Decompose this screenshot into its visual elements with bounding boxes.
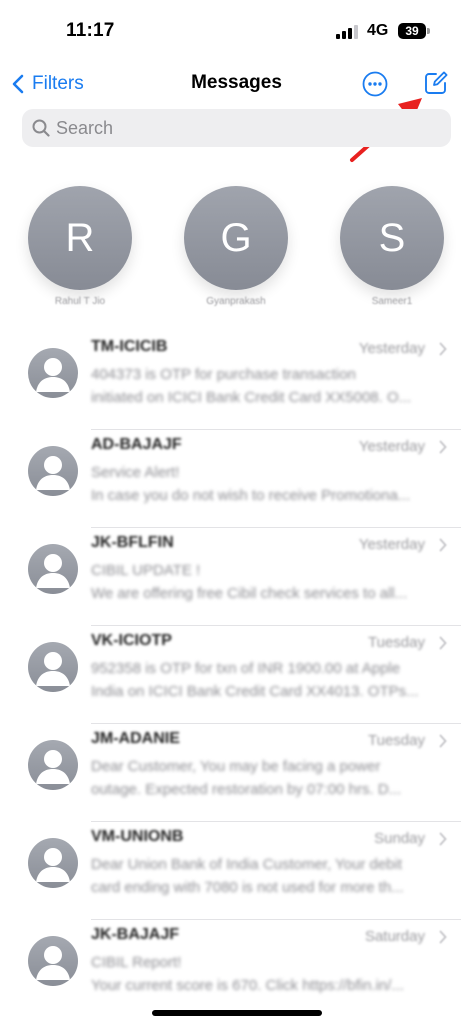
preview-line: Service Alert! xyxy=(91,464,180,481)
pinned-contact[interactable]: R Rahul T Jio xyxy=(28,186,132,307)
sender-name: JM-ADANIE xyxy=(91,730,180,747)
message-date: Yesterday xyxy=(358,536,425,553)
person-avatar-icon xyxy=(28,740,78,790)
preview-line: In case you do not wish to receive Promo… xyxy=(91,487,411,504)
conversation-row[interactable]: TM-ICICIB Yesterday 404373 is OTP for pu… xyxy=(0,332,473,430)
message-date: Sunday xyxy=(374,830,425,847)
person-avatar-icon xyxy=(28,348,78,398)
conversation-row[interactable]: JM-ADANIE Tuesday Dear Customer, You may… xyxy=(0,724,473,822)
message-preview: Service Alert! In case you do not wish t… xyxy=(91,461,453,507)
message-preview: CIBIL UPDATE ! We are offering free Cibi… xyxy=(91,559,453,605)
battery-nub xyxy=(427,28,430,34)
search-bar[interactable] xyxy=(22,109,451,147)
battery-icon: 39 xyxy=(398,23,426,39)
chevron-right-icon xyxy=(439,832,447,846)
message-date: Tuesday xyxy=(368,634,425,651)
chevron-right-icon xyxy=(439,440,447,454)
person-avatar-icon xyxy=(28,446,78,496)
chevron-right-icon xyxy=(439,342,447,356)
message-preview: 404373 is OTP for purchase transaction i… xyxy=(91,363,453,409)
pinned-contact-name: Gyanprakash xyxy=(206,296,266,307)
message-preview: CIBIL Report! Your current score is 670.… xyxy=(91,951,453,997)
message-list: TM-ICICIB Yesterday 404373 is OTP for pu… xyxy=(0,332,473,1018)
ellipsis-circle-icon[interactable] xyxy=(362,71,388,97)
preview-line: Dear Union Bank of India Customer, Your … xyxy=(91,856,403,873)
compose-icon[interactable] xyxy=(423,70,449,96)
message-preview: 952358 is OTP for txn of INR 1900.00 at … xyxy=(91,657,453,703)
sender-name: TM-ICICIB xyxy=(91,338,168,355)
preview-line: outage. Expected restoration by 07:00 hr… xyxy=(91,781,402,798)
message-date: Tuesday xyxy=(368,732,425,749)
preview-line: CIBIL UPDATE ! xyxy=(91,562,201,579)
cellular-signal-icon xyxy=(336,25,360,39)
search-icon xyxy=(32,119,50,137)
preview-line: 404373 is OTP for purchase transaction xyxy=(91,366,356,383)
status-time: 11:17 xyxy=(66,20,115,41)
sender-name: JK-BAJAJF xyxy=(91,926,180,943)
nav-bar: Filters Messages xyxy=(0,62,473,106)
person-avatar-icon xyxy=(28,936,78,986)
preview-line: initiated on ICICI Bank Credit Card XX50… xyxy=(91,389,412,406)
pinned-conversations: R Rahul T Jio G Gyanprakash S Sameer1 xyxy=(0,186,473,307)
pinned-contact[interactable]: S Sameer1 xyxy=(340,186,444,307)
message-date: Saturday xyxy=(364,928,425,945)
person-avatar-icon xyxy=(28,642,78,692)
avatar: R xyxy=(28,186,132,290)
chevron-right-icon xyxy=(439,538,447,552)
search-input[interactable] xyxy=(56,109,436,147)
preview-line: Dear Customer, You may be facing a power xyxy=(91,758,381,775)
message-preview: Dear Customer, You may be facing a power… xyxy=(91,755,453,801)
preview-line: India on ICICI Bank Credit Card XX4013. … xyxy=(91,683,419,700)
conversation-row[interactable]: VM-UNIONB Sunday Dear Union Bank of Indi… xyxy=(0,822,473,920)
person-avatar-icon xyxy=(28,544,78,594)
message-preview: Dear Union Bank of India Customer, Your … xyxy=(91,853,453,899)
conversation-row[interactable]: VK-ICIOTP Tuesday 952358 is OTP for txn … xyxy=(0,626,473,724)
conversation-row[interactable]: JK-BAJAJF Saturday CIBIL Report! Your cu… xyxy=(0,920,473,1018)
conversation-row[interactable]: JK-BFLFIN Yesterday CIBIL UPDATE ! We ar… xyxy=(0,528,473,626)
message-date: Yesterday xyxy=(358,438,425,455)
avatar: G xyxy=(184,186,288,290)
preview-line: CIBIL Report! xyxy=(91,954,182,971)
sender-name: AD-BAJAJF xyxy=(91,436,182,453)
preview-line: card ending with 7080 is not used for mo… xyxy=(91,879,404,896)
sender-name: VM-UNIONB xyxy=(91,828,184,845)
pinned-contact-name: Rahul T Jio xyxy=(54,296,106,307)
pinned-contact-name: Sameer1 xyxy=(371,296,413,307)
preview-line: We are offering free Cibil check service… xyxy=(91,585,408,602)
sender-name: VK-ICIOTP xyxy=(91,632,172,649)
sender-name: JK-BFLFIN xyxy=(91,534,174,551)
status-bar: 11:17 4G 39 xyxy=(0,0,473,62)
network-type: 4G xyxy=(367,22,389,39)
home-indicator[interactable] xyxy=(152,1010,322,1016)
conversation-row[interactable]: AD-BAJAJF Yesterday Service Alert! In ca… xyxy=(0,430,473,528)
chevron-right-icon xyxy=(439,636,447,650)
page-title: Messages xyxy=(191,72,282,93)
avatar: S xyxy=(340,186,444,290)
preview-line: Your current score is 670. Click https:/… xyxy=(91,977,404,994)
person-avatar-icon xyxy=(28,838,78,888)
chevron-right-icon xyxy=(439,930,447,944)
message-date: Yesterday xyxy=(358,340,425,357)
chevron-right-icon xyxy=(439,734,447,748)
pinned-contact[interactable]: G Gyanprakash xyxy=(184,186,288,307)
preview-line: 952358 is OTP for txn of INR 1900.00 at … xyxy=(91,660,401,677)
